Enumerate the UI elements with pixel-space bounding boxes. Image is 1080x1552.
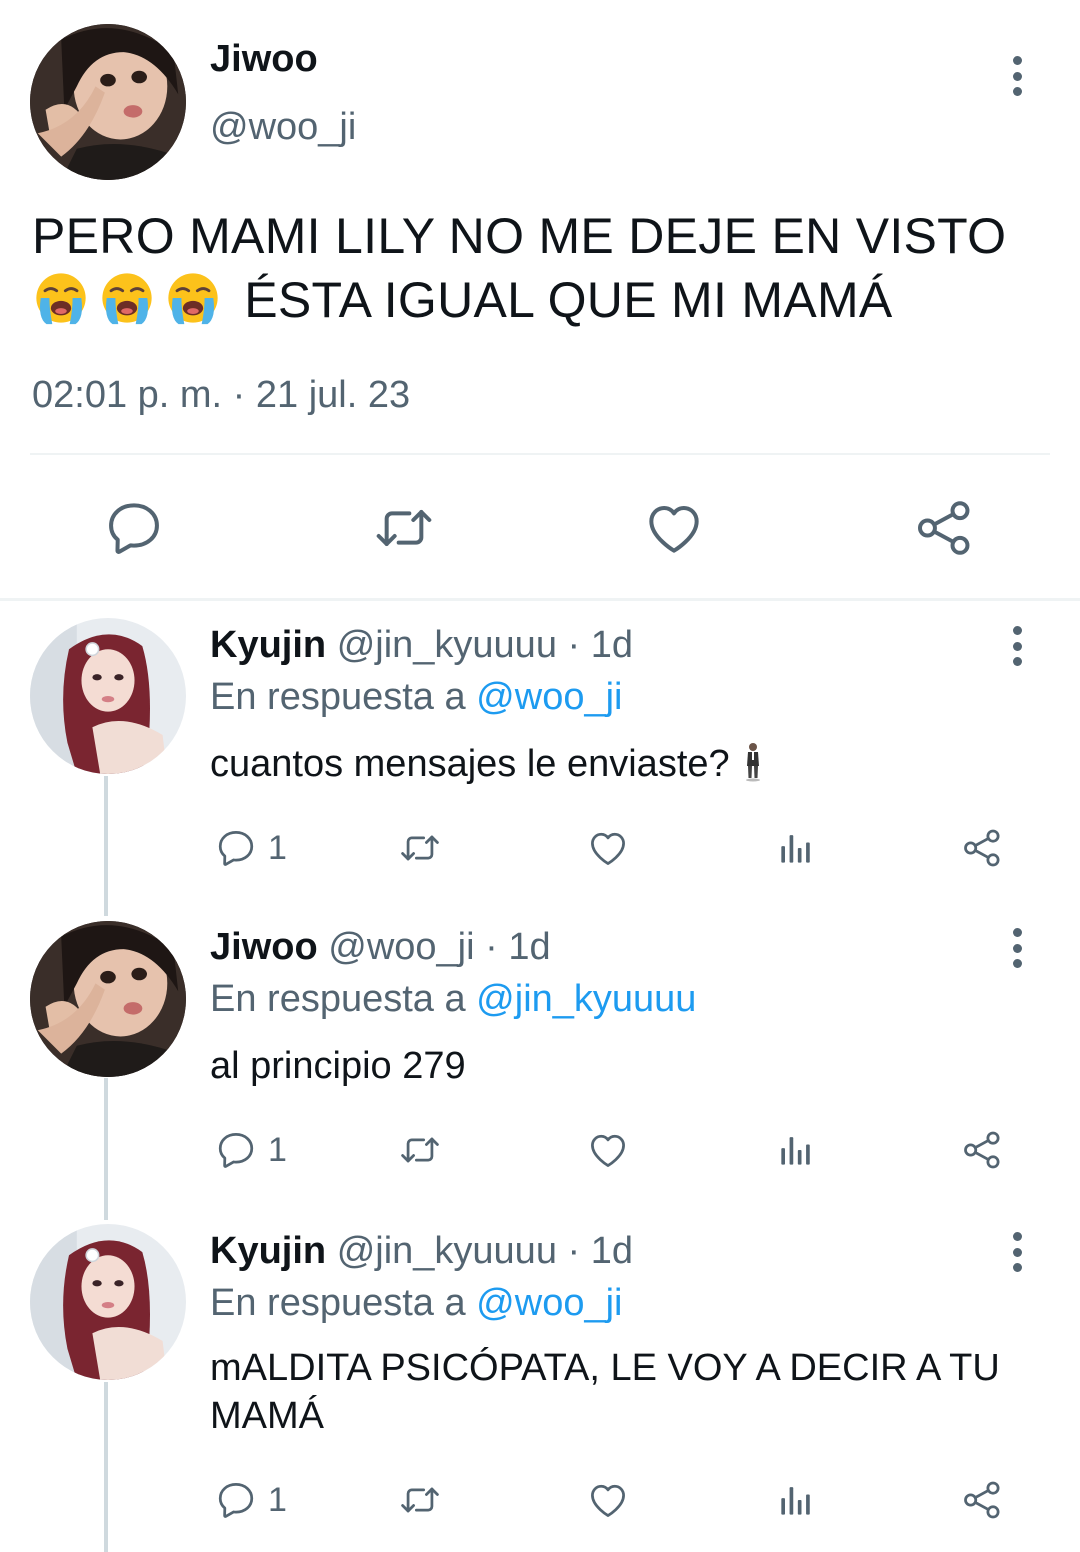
more-options-icon[interactable] xyxy=(1002,54,1032,98)
thread-line xyxy=(104,776,108,916)
reply-text: al principio 279 xyxy=(210,1045,466,1087)
tweet-text-line-2: ÉSTA IGUAL QUE MI MAMÁ xyxy=(244,272,893,328)
reply-action[interactable]: 1 xyxy=(214,1128,287,1172)
mention-link[interactable]: @woo_ji xyxy=(476,676,622,718)
section-divider xyxy=(0,598,1080,601)
more-options-icon[interactable] xyxy=(1002,624,1032,668)
share-icon[interactable] xyxy=(960,826,1004,870)
thread-line xyxy=(104,1078,108,1220)
reply-author-handle[interactable]: @jin_kyuuuu · 1d xyxy=(337,1230,633,1272)
reply-count: 1 xyxy=(268,1130,287,1169)
more-options-icon[interactable] xyxy=(1002,1230,1032,1274)
reply-author-handle[interactable]: @woo_ji · 1d xyxy=(328,926,550,968)
reply-author-name[interactable]: Kyujin xyxy=(210,1230,326,1272)
reply-icon xyxy=(214,1128,258,1172)
reply-count: 1 xyxy=(268,828,287,867)
retweet-icon[interactable] xyxy=(398,1478,442,1522)
reply-author-name[interactable]: Kyujin xyxy=(210,624,326,666)
reply-text: cuantos mensajes le enviaste? xyxy=(210,740,1050,788)
tweet-text-line-1: PERO MAMI LILY NO ME DEJE EN VISTO xyxy=(32,208,1007,264)
retweet-icon[interactable] xyxy=(372,496,436,560)
tweet-timestamp[interactable]: 02:01 p. m. · 21 jul. 23 xyxy=(32,374,410,417)
retweet-icon[interactable] xyxy=(398,826,442,870)
reply-action[interactable]: 1 xyxy=(214,826,287,870)
like-icon[interactable] xyxy=(586,1128,630,1172)
reply-header: Jiwoo @woo_ji · 1d xyxy=(210,926,551,969)
views-icon[interactable] xyxy=(774,1478,818,1522)
mention-link[interactable]: @woo_ji xyxy=(476,1282,622,1324)
reply-author-name[interactable]: Jiwoo xyxy=(210,926,318,968)
loudly-crying-face-icon xyxy=(98,269,156,327)
like-icon[interactable] xyxy=(586,1478,630,1522)
loudly-crying-face-icon xyxy=(164,269,222,327)
author-handle[interactable]: @woo_ji xyxy=(210,106,356,149)
views-icon[interactable] xyxy=(774,1128,818,1172)
reply-icon xyxy=(214,826,258,870)
more-options-icon[interactable] xyxy=(1002,926,1032,970)
avatar[interactable] xyxy=(30,1224,186,1380)
mention-link[interactable]: @jin_kyuuuu xyxy=(476,978,696,1020)
loudly-crying-face-icon xyxy=(32,269,90,327)
reply-action[interactable]: 1 xyxy=(214,1478,287,1522)
reply-text: mALDITA PSICÓPATA, LE VOY A DECIR A TU M… xyxy=(210,1347,1000,1437)
divider xyxy=(30,453,1050,455)
avatar[interactable] xyxy=(30,921,186,1077)
retweet-icon[interactable] xyxy=(398,1128,442,1172)
share-icon[interactable] xyxy=(912,496,976,560)
author-name[interactable]: Jiwoo xyxy=(210,38,318,81)
thread-line xyxy=(104,1382,108,1552)
reply-to-line: En respuesta a @woo_ji xyxy=(210,676,623,718)
avatar[interactable] xyxy=(30,618,186,774)
like-icon[interactable] xyxy=(642,496,706,560)
reply-icon[interactable] xyxy=(102,496,166,560)
reply-to-line: En respuesta a @jin_kyuuuu xyxy=(210,978,697,1020)
avatar[interactable] xyxy=(30,24,186,180)
like-icon[interactable] xyxy=(586,826,630,870)
reply-header: Kyujin @jin_kyuuuu · 1d xyxy=(210,624,633,667)
reply-to-line: En respuesta a @woo_ji xyxy=(210,1282,623,1324)
levitating-man-icon xyxy=(740,742,766,782)
reply-header: Kyujin @jin_kyuuuu · 1d xyxy=(210,1230,633,1273)
reply-author-handle[interactable]: @jin_kyuuuu · 1d xyxy=(337,624,633,666)
views-icon[interactable] xyxy=(774,826,818,870)
reply-count: 1 xyxy=(268,1480,287,1519)
reply-icon xyxy=(214,1478,258,1522)
tweet-text: PERO MAMI LILY NO ME DEJE EN VISTO ÉSTA … xyxy=(32,204,1042,332)
share-icon[interactable] xyxy=(960,1478,1004,1522)
share-icon[interactable] xyxy=(960,1128,1004,1172)
